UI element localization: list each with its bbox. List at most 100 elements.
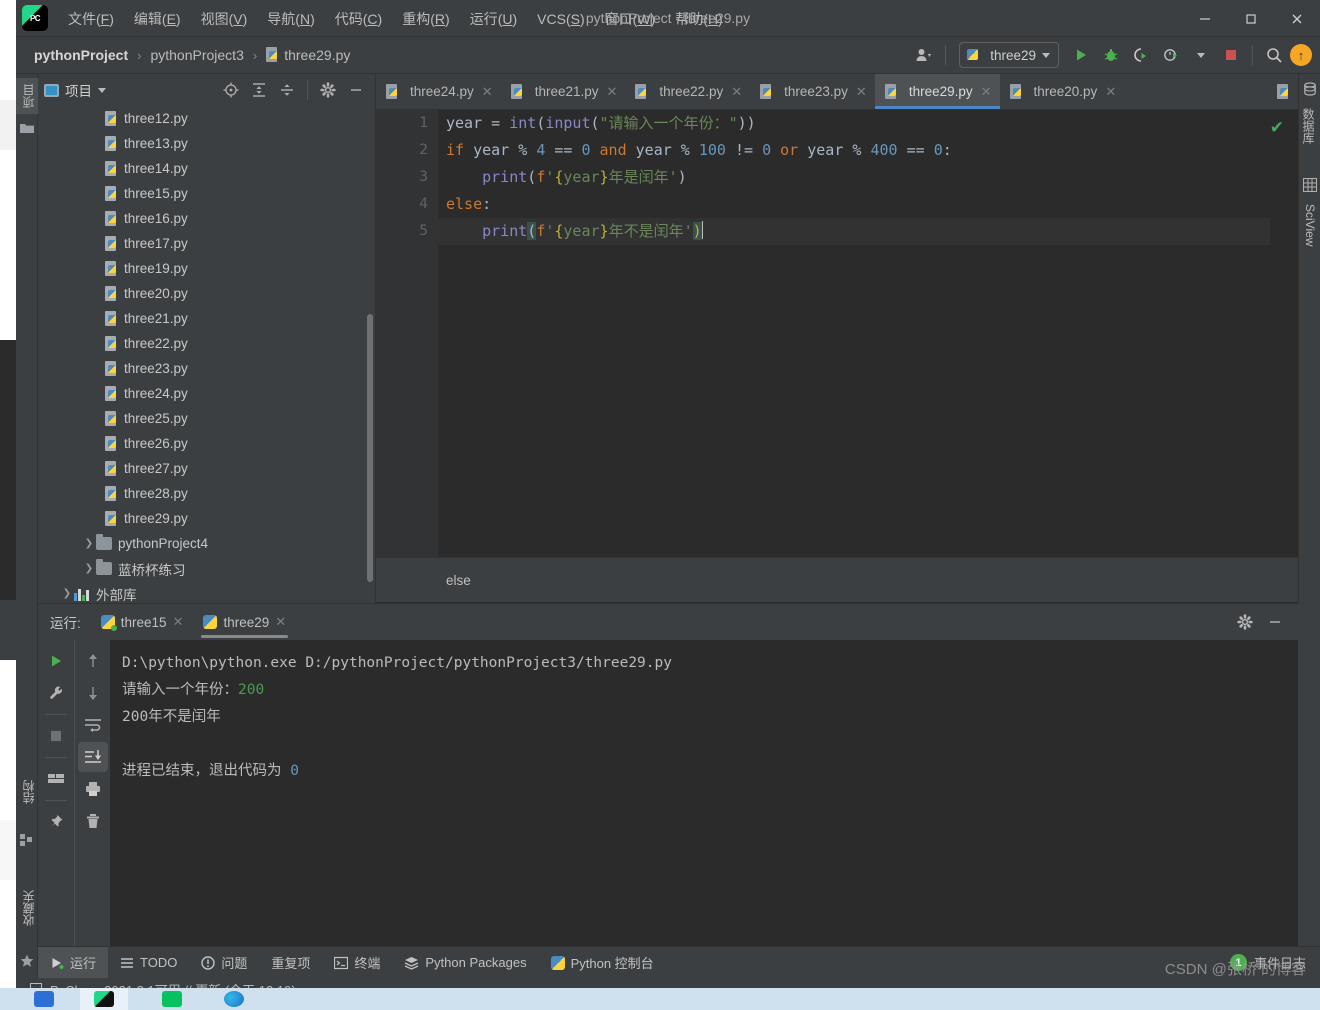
run-tab-three15[interactable]: three15 ✕ [91, 604, 194, 640]
status-item-duplicates[interactable]: 重复项 [259, 947, 322, 979]
tree-item[interactable]: three28.py [38, 481, 375, 506]
taskbar-icon-app1[interactable] [20, 988, 68, 1010]
menu-item-navigate[interactable]: 导航(N) [257, 5, 324, 33]
chevron-right-icon[interactable]: ❯ [82, 563, 96, 574]
menu-item-run[interactable]: 运行(U) [460, 5, 527, 33]
profiler-button[interactable] [1157, 42, 1185, 68]
locate-icon[interactable] [218, 78, 244, 102]
menu-item-refactor[interactable]: 重构(R) [392, 5, 459, 33]
chevron-right-icon[interactable]: ❯ [82, 538, 96, 549]
sidebar-item-project[interactable]: 项目 [16, 78, 38, 114]
profile-icon[interactable] [910, 42, 938, 68]
update-badge-icon[interactable]: ↑ [1290, 44, 1312, 66]
menu-item-help[interactable]: 帮助(H) [665, 5, 732, 33]
tree-item[interactable]: three15.py [38, 181, 375, 206]
tree-item[interactable]: three13.py [38, 131, 375, 156]
menu-item-file[interactable]: 文件(F) [58, 5, 124, 33]
hide-panel-icon[interactable] [1262, 609, 1288, 635]
taskbar-icon-wechat[interactable] [148, 988, 196, 1010]
editor-tab-three29[interactable]: three29.py ✕ [874, 74, 1000, 109]
tree-item[interactable]: three14.py [38, 156, 375, 181]
up-arrow-icon[interactable] [78, 646, 108, 676]
run-tab-three29[interactable]: three29 ✕ [193, 604, 296, 640]
project-tree[interactable]: three12.py three13.py three14.py three15.py… [38, 106, 375, 603]
status-item-terminal[interactable]: 终端 [322, 947, 392, 979]
close-icon[interactable]: ✕ [981, 84, 992, 100]
rerun-icon[interactable] [41, 646, 71, 676]
tree-item[interactable]: three19.py [38, 256, 375, 281]
close-icon[interactable]: ✕ [482, 84, 493, 100]
console-output[interactable]: D:\python\python.exe D:/pythonProject/py… [110, 640, 1298, 946]
tree-item[interactable]: three12.py [38, 106, 375, 131]
tree-item[interactable]: three26.py [38, 431, 375, 456]
inspection-status-icon[interactable]: ✔ [1270, 118, 1284, 138]
collapse-all-icon[interactable] [274, 78, 300, 102]
soft-wrap-icon[interactable] [78, 710, 108, 740]
run-button[interactable] [1067, 42, 1095, 68]
editor-tab-three22[interactable]: three22.py ✕ [625, 74, 750, 109]
tree-item[interactable]: three21.py [38, 306, 375, 331]
code-line-5[interactable]: print(f'{year}年不是闰年') [438, 218, 1270, 245]
code-content[interactable]: year = int(input("请输入一个年份：")) if year % … [438, 110, 1270, 245]
expand-all-icon[interactable] [246, 78, 272, 102]
breadcrumb-else[interactable]: else [386, 573, 471, 588]
status-item-python-console[interactable]: Python 控制台 [539, 947, 666, 979]
sidebar-item-structure[interactable]: 结构 [16, 774, 38, 810]
tree-item[interactable]: ❯ 外部库 [38, 581, 375, 603]
status-item-run[interactable]: 运行 [38, 946, 109, 979]
code-line-3[interactable]: print(f'{year}年是闰年') [438, 164, 1270, 191]
tree-item[interactable]: three24.py [38, 381, 375, 406]
debug-button[interactable] [1097, 42, 1125, 68]
tree-item[interactable]: three16.py [38, 206, 375, 231]
coverage-button[interactable] [1127, 42, 1155, 68]
status-item-problems[interactable]: 问题 [189, 947, 259, 979]
taskbar-icon-pycharm[interactable] [80, 988, 128, 1010]
close-icon[interactable]: ✕ [173, 614, 184, 630]
tree-item[interactable]: ❯ pythonProject4 [38, 531, 375, 556]
tree-item[interactable]: three17.py [38, 231, 375, 256]
taskbar-icon-edge[interactable] [210, 988, 258, 1010]
chevron-down-icon[interactable] [98, 87, 106, 93]
hide-panel-icon[interactable] [343, 78, 369, 102]
tree-item[interactable]: three29.py [38, 506, 375, 531]
editor-tab-three23[interactable]: three23.py ✕ [750, 74, 875, 109]
close-icon[interactable]: ✕ [607, 84, 618, 100]
status-item-todo[interactable]: TODO [108, 947, 189, 979]
pin-icon[interactable] [41, 807, 71, 837]
tree-item[interactable]: ❯ 蓝桥杯练习 [38, 556, 375, 581]
wrench-icon[interactable] [41, 678, 71, 708]
trash-icon[interactable] [78, 806, 108, 836]
tree-item[interactable]: three23.py [38, 356, 375, 381]
menu-item-code[interactable]: 代码(C) [325, 5, 392, 33]
close-button[interactable] [1274, 0, 1320, 37]
close-icon[interactable]: ✕ [275, 614, 286, 630]
close-icon[interactable]: ✕ [1105, 84, 1116, 100]
tree-item[interactable]: three25.py [38, 406, 375, 431]
tree-item[interactable]: three20.py [38, 281, 375, 306]
settings-icon[interactable] [1232, 609, 1258, 635]
layout-icon[interactable] [41, 764, 71, 794]
menu-item-edit[interactable]: 编辑(E) [124, 5, 191, 33]
chevron-right-icon[interactable]: ❯ [60, 588, 74, 599]
search-icon[interactable] [1260, 42, 1288, 68]
menu-item-view[interactable]: 视图(V) [191, 5, 258, 33]
scroll-to-end-icon[interactable] [77, 742, 108, 772]
settings-icon[interactable] [315, 78, 341, 102]
run-configuration-selector[interactable]: three29 [959, 42, 1059, 68]
code-line-1[interactable]: year = int(input("请输入一个年份：")) [438, 110, 1270, 137]
down-arrow-icon[interactable] [78, 678, 108, 708]
editor-tab-three20[interactable]: three20.py ✕ [1000, 74, 1125, 109]
project-tree-scrollbar[interactable] [367, 314, 373, 582]
project-panel-title[interactable]: 项目 [44, 80, 106, 100]
maximize-button[interactable] [1228, 0, 1274, 37]
code-line-4[interactable]: else: [438, 191, 1270, 218]
close-icon[interactable]: ✕ [731, 84, 742, 100]
status-item-python-packages[interactable]: Python Packages [392, 947, 538, 979]
sidebar-item-database[interactable]: 数据库 [1299, 102, 1320, 150]
close-icon[interactable]: ✕ [856, 84, 867, 100]
breadcrumb-item-module[interactable]: pythonProject3 [146, 45, 247, 65]
code-editor[interactable]: 1 2 3 4 5 year = int(input("请输入一个年份：")) if y… [376, 110, 1320, 557]
tree-item[interactable]: three27.py [38, 456, 375, 481]
editor-tab-three24[interactable]: three24.py ✕ [376, 74, 501, 109]
stop-icon[interactable] [41, 721, 71, 751]
